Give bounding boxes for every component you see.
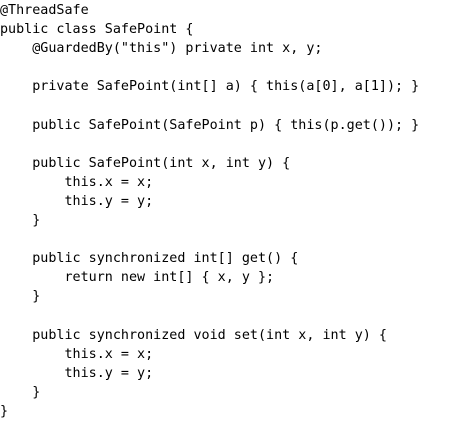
code-line: return new int[] { x, y }; [0, 270, 275, 286]
code-line: } [0, 403, 9, 419]
code-line: private SafePoint(int[] a) { this(a[0], … [0, 79, 420, 95]
code-line: this.y = y; [0, 193, 154, 209]
code-listing: @ThreadSafe public class SafePoint { @Gu… [0, 0, 449, 433]
code-line: } [0, 213, 41, 229]
code-line: public synchronized int[] get() { [0, 251, 299, 267]
code-line: public SafePoint(SafePoint p) { this(p.g… [0, 117, 420, 133]
code-line: public class SafePoint { [0, 22, 194, 38]
code-line: } [0, 289, 41, 305]
code-line: this.y = y; [0, 365, 154, 381]
code-line: public SafePoint(int x, int y) { [0, 155, 291, 171]
code-line: @ThreadSafe [0, 3, 89, 18]
code-line: public synchronized void set(int x, int … [0, 327, 387, 343]
code-line: } [0, 384, 41, 400]
code-line: this.x = x; [0, 346, 154, 362]
code-line: @GuardedBy("this") private int x, y; [0, 41, 323, 57]
code-line: this.x = x; [0, 174, 154, 190]
